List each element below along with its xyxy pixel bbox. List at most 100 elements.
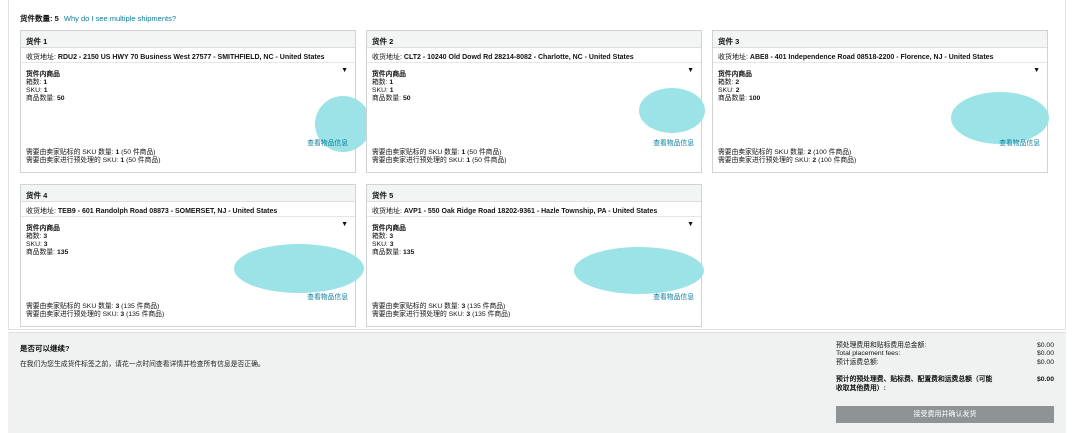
- accept-fees-confirm-button[interactable]: 接受费用并确认发货: [836, 406, 1054, 423]
- fee-row: Total placement fees: $0.00: [836, 350, 1054, 358]
- fees-summary: 预处理费用和贴标费用总金额: $0.00 Total placement fee…: [836, 342, 1054, 393]
- fee-row: 预处理费用和贴标费用总金额: $0.00: [836, 342, 1054, 350]
- address-label: 收货地址:: [718, 54, 748, 61]
- chevron-down-icon[interactable]: ▼: [687, 221, 694, 228]
- labeling-count: 3: [461, 303, 466, 310]
- units-label: 商品数量:: [372, 249, 402, 257]
- address-label: 收货地址:: [26, 208, 56, 215]
- address-label: 收货地址:: [372, 208, 402, 215]
- address-value: ABE8 - 401 Independence Road 08518-2200 …: [749, 54, 994, 61]
- boxes-value: 3: [389, 233, 394, 240]
- fee-label: 预处理费用和贴标费用总金额:: [836, 342, 927, 349]
- shipment-contents-header[interactable]: 货件内商品 ▼: [21, 63, 355, 78]
- shipment-contents-header[interactable]: 货件内商品 ▼: [367, 63, 701, 78]
- labeling-label: 需要由卖家贴标的 SKU 数量:: [26, 303, 114, 310]
- fee-value: $0.00: [1036, 358, 1054, 366]
- boxes-value: 3: [43, 233, 48, 240]
- total-fees-row: 预计的预处理费、贴标费、配置费和运费总额（可能收取其他费用）: $0.00: [836, 375, 1054, 393]
- redaction-mark: [639, 88, 705, 133]
- total-fees-value: $0.00: [1036, 375, 1054, 383]
- sku-value: 1: [389, 87, 394, 95]
- address-label: 收货地址:: [26, 54, 56, 61]
- shipment-review-page: 货件数量: 5 Why do I see multiple shipments?…: [8, 0, 1066, 433]
- shipment-title: 货件 2: [367, 31, 701, 48]
- shipment-title: 货件 4: [21, 185, 355, 202]
- shipment-title: 货件 1: [21, 31, 355, 48]
- shipment-count-label: 货件数量:: [20, 14, 53, 23]
- shipment-title: 货件 3: [713, 31, 1047, 48]
- shipment-card: 货件 4 收货地址: TEB9 - 601 Randolph Road 08873…: [20, 184, 364, 327]
- seller-requirements: 需要由卖家贴标的 SKU 数量: 2 (100 件商品) 需要由卖家进行预处理的 …: [718, 149, 856, 165]
- prep-label: 需要由卖家进行预处理的 SKU:: [718, 157, 811, 165]
- prep-label: 需要由卖家进行预处理的 SKU:: [372, 311, 465, 319]
- prep-label: 需要由卖家进行预处理的 SKU:: [372, 157, 465, 165]
- units-label: 商品数量:: [26, 95, 56, 103]
- confirm-question: 是否可以继续?: [20, 344, 70, 353]
- chevron-down-icon[interactable]: ▼: [1033, 67, 1040, 74]
- redaction-mark: [574, 247, 704, 294]
- labeling-count: 1: [115, 149, 120, 156]
- view-item-info-link[interactable]: 查看物品信息: [999, 137, 1040, 147]
- contents-label: 货件内商品: [372, 71, 406, 78]
- labeling-label: 需要由卖家贴标的 SKU 数量:: [718, 149, 806, 156]
- sku-value: 2: [735, 87, 740, 95]
- labeling-label: 需要由卖家贴标的 SKU 数量:: [372, 303, 460, 310]
- labeling-units: (100 件商品): [813, 149, 852, 156]
- shipment-count-value: 5: [54, 14, 59, 23]
- fee-value: $0.00: [1036, 350, 1054, 358]
- view-item-info-link[interactable]: 查看物品信息: [307, 137, 348, 147]
- ship-to-address: 收货地址: CLT2 - 10240 Old Dowd Rd 28214-808…: [367, 48, 701, 63]
- shipment-card: 货件 3 收货地址: ABE8 - 401 Independence Road 0…: [712, 30, 1049, 173]
- shipment-count: 货件数量: 5 Why do I see multiple shipments?: [20, 13, 176, 24]
- sku-label: SKU:: [372, 241, 388, 249]
- labeling-label: 需要由卖家贴标的 SKU 数量:: [372, 149, 460, 156]
- boxes-label: 箱数:: [26, 79, 42, 86]
- units-value: 135: [402, 249, 415, 257]
- redaction-mark: [234, 244, 364, 293]
- fee-value: $0.00: [1036, 342, 1054, 349]
- prep-count: 2: [812, 157, 817, 165]
- seller-requirements: 需要由卖家贴标的 SKU 数量: 3 (135 件商品) 需要由卖家进行预处理的 …: [26, 303, 164, 319]
- units-label: 商品数量:: [372, 95, 402, 103]
- fee-label: Total placement fees:: [836, 350, 901, 358]
- boxes-value: 1: [389, 79, 394, 86]
- contents-label: 货件内商品: [372, 225, 406, 232]
- prep-units: (135 件商品): [126, 311, 165, 319]
- view-item-info-link[interactable]: 查看物品信息: [307, 291, 348, 301]
- shipment-contents-header[interactable]: 货件内商品 ▼: [367, 217, 701, 232]
- shipment-contents-header[interactable]: 货件内商品 ▼: [713, 63, 1047, 78]
- prep-units: (100 件商品): [818, 157, 857, 165]
- address-value: TEB9 - 601 Randolph Road 08873 - SOMERSE…: [57, 208, 278, 215]
- labeling-count: 2: [807, 149, 812, 156]
- prep-count: 3: [120, 311, 125, 319]
- sku-value: 3: [389, 241, 394, 249]
- boxes-label: 箱数:: [372, 233, 388, 240]
- boxes-label: 箱数:: [372, 79, 388, 86]
- prep-label: 需要由卖家进行预处理的 SKU:: [26, 157, 119, 165]
- address-value: CLT2 - 10240 Old Dowd Rd 28214-8082 - Ch…: [403, 54, 634, 61]
- fee-label: 预计运费总额:: [836, 358, 879, 366]
- why-multiple-shipments-link[interactable]: Why do I see multiple shipments?: [64, 14, 176, 23]
- view-item-info-link[interactable]: 查看物品信息: [653, 291, 694, 301]
- units-value: 100: [748, 95, 761, 103]
- sku-value: 3: [43, 241, 48, 249]
- labeling-units: (135 件商品): [121, 303, 160, 310]
- contents-label: 货件内商品: [718, 71, 752, 78]
- ship-to-address: 收货地址: TEB9 - 601 Randolph Road 08873 - S…: [21, 202, 355, 217]
- seller-requirements: 需要由卖家贴标的 SKU 数量: 1 (50 件商品) 需要由卖家进行预处理的 S…: [26, 149, 160, 165]
- shipment-card: 货件 1 收货地址: RDU2 - 2150 US HWY 70 Business…: [20, 30, 371, 173]
- chevron-down-icon[interactable]: ▼: [687, 67, 694, 74]
- prep-count: 1: [466, 157, 471, 165]
- view-item-info-link[interactable]: 查看物品信息: [653, 137, 694, 147]
- seller-requirements: 需要由卖家贴标的 SKU 数量: 1 (50 件商品) 需要由卖家进行预处理的 S…: [372, 149, 506, 165]
- chevron-down-icon[interactable]: ▼: [341, 221, 348, 228]
- sku-label: SKU:: [372, 87, 388, 95]
- chevron-down-icon[interactable]: ▼: [341, 67, 348, 74]
- labeling-units: (135 件商品): [467, 303, 506, 310]
- labeling-units: (50 件商品): [467, 149, 502, 156]
- ship-to-address: 收货地址: AVP1 - 550 Oak Ridge Road 18202-93…: [367, 202, 701, 217]
- shipment-card: 货件 5 收货地址: AVP1 - 550 Oak Ridge Road 1820…: [366, 184, 704, 327]
- shipment-contents-header[interactable]: 货件内商品 ▼: [21, 217, 355, 232]
- labeling-count: 3: [115, 303, 120, 310]
- prep-count: 3: [466, 311, 471, 319]
